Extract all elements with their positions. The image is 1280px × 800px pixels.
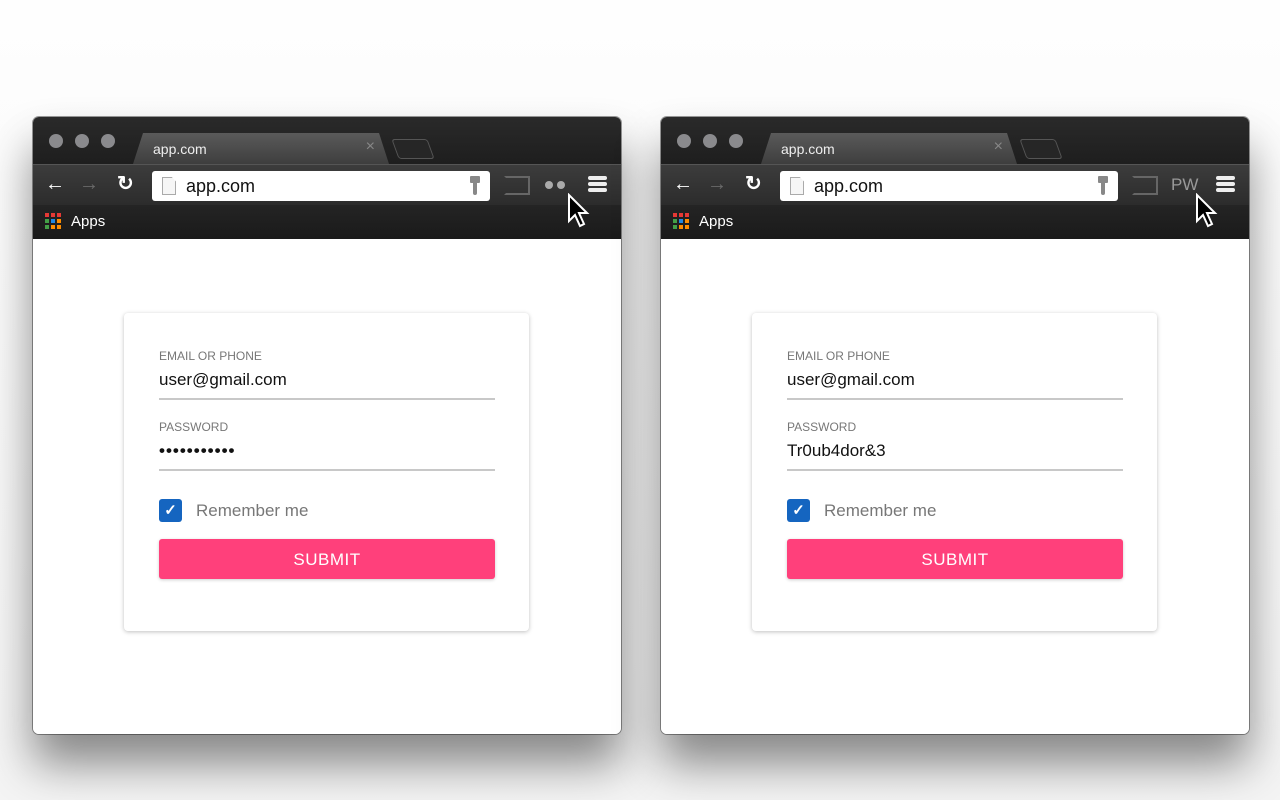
email-label: EMAIL OR PHONE: [159, 349, 262, 363]
close-tab-icon[interactable]: ×: [366, 138, 375, 156]
back-arrow-icon[interactable]: ←: [673, 174, 693, 194]
minimize-window-button[interactable]: [75, 134, 89, 148]
url-text[interactable]: app.com: [814, 176, 883, 197]
url-text[interactable]: app.com: [186, 176, 255, 197]
toolbar: ← → ↻ app.com PW: [661, 164, 1249, 205]
login-card: EMAIL OR PHONE user@gmail.com PASSWORD •…: [124, 313, 529, 631]
apps-bookmark[interactable]: Apps: [699, 213, 733, 230]
email-field[interactable]: EMAIL OR PHONE user@gmail.com: [787, 349, 1123, 400]
apps-grid-icon[interactable]: [45, 213, 61, 229]
reload-icon[interactable]: ↻: [117, 174, 134, 194]
forward-arrow-icon[interactable]: →: [707, 174, 727, 194]
address-bar[interactable]: app.com: [152, 171, 490, 201]
apps-grid-icon[interactable]: [673, 213, 689, 229]
key-icon[interactable]: [1098, 176, 1108, 196]
close-window-button[interactable]: [677, 134, 691, 148]
email-input[interactable]: user@gmail.com: [159, 370, 495, 390]
remember-checkbox[interactable]: ✓: [159, 499, 182, 522]
reload-icon[interactable]: ↻: [745, 174, 762, 194]
back-arrow-icon[interactable]: ←: [45, 174, 65, 194]
browser-tab[interactable]: app.com ×: [133, 133, 389, 164]
password-extension-button[interactable]: PW: [1171, 175, 1198, 195]
remember-label: Remember me: [196, 500, 309, 520]
page-icon: [790, 177, 804, 195]
password-input[interactable]: •••••••••••: [159, 441, 495, 461]
close-tab-icon[interactable]: ×: [994, 138, 1003, 156]
title-bar: app.com ×: [661, 117, 1249, 164]
zoom-window-button[interactable]: [729, 134, 743, 148]
remember-checkbox[interactable]: ✓: [787, 499, 810, 522]
title-bar: app.com ×: [33, 117, 621, 164]
zoom-window-button[interactable]: [101, 134, 115, 148]
remember-me[interactable]: ✓ Remember me: [787, 499, 936, 522]
bookmarks-bar: Apps: [33, 205, 621, 239]
browser-tab[interactable]: app.com ×: [761, 133, 1017, 164]
browser-window-left: app.com × ← → ↻ app.com Apps EMAIL OR PH…: [33, 117, 621, 734]
page-content: EMAIL OR PHONE user@gmail.com PASSWORD T…: [661, 239, 1249, 734]
remember-me[interactable]: ✓ Remember me: [159, 499, 308, 522]
new-tab-button[interactable]: [391, 139, 435, 159]
password-extension-icon[interactable]: [545, 181, 565, 189]
email-input[interactable]: user@gmail.com: [787, 370, 1123, 390]
tab-title: app.com: [153, 141, 207, 157]
forward-arrow-icon[interactable]: →: [79, 174, 99, 194]
email-label: EMAIL OR PHONE: [787, 349, 890, 363]
remember-label: Remember me: [824, 500, 937, 520]
email-field[interactable]: EMAIL OR PHONE user@gmail.com: [159, 349, 495, 400]
password-field[interactable]: PASSWORD •••••••••••: [159, 420, 495, 471]
submit-button[interactable]: SUBMIT: [787, 539, 1123, 579]
cast-icon[interactable]: [1132, 176, 1158, 195]
minimize-window-button[interactable]: [703, 134, 717, 148]
password-input[interactable]: Tr0ub4dor&3: [787, 441, 1123, 461]
browser-window-right: app.com × ← → ↻ app.com PW Apps EMAIL OR…: [661, 117, 1249, 734]
address-bar[interactable]: app.com: [780, 171, 1118, 201]
login-card: EMAIL OR PHONE user@gmail.com PASSWORD T…: [752, 313, 1157, 631]
cast-icon[interactable]: [504, 176, 530, 195]
window-controls: [49, 134, 115, 148]
key-icon[interactable]: [470, 176, 480, 196]
page-icon: [162, 177, 176, 195]
toolbar: ← → ↻ app.com: [33, 164, 621, 205]
page-content: EMAIL OR PHONE user@gmail.com PASSWORD •…: [33, 239, 621, 734]
menu-icon[interactable]: [1216, 176, 1235, 194]
submit-button[interactable]: SUBMIT: [159, 539, 495, 579]
window-controls: [677, 134, 743, 148]
mouse-cursor-icon: [1196, 193, 1218, 228]
mouse-cursor-icon: [568, 193, 590, 228]
password-label: PASSWORD: [159, 420, 229, 434]
bookmarks-bar: Apps: [661, 205, 1249, 239]
apps-bookmark[interactable]: Apps: [71, 213, 105, 230]
close-window-button[interactable]: [49, 134, 63, 148]
tab-title: app.com: [781, 141, 835, 157]
password-field[interactable]: PASSWORD Tr0ub4dor&3: [787, 420, 1123, 471]
password-label: PASSWORD: [787, 420, 857, 434]
new-tab-button[interactable]: [1019, 139, 1063, 159]
menu-icon[interactable]: [588, 176, 607, 194]
